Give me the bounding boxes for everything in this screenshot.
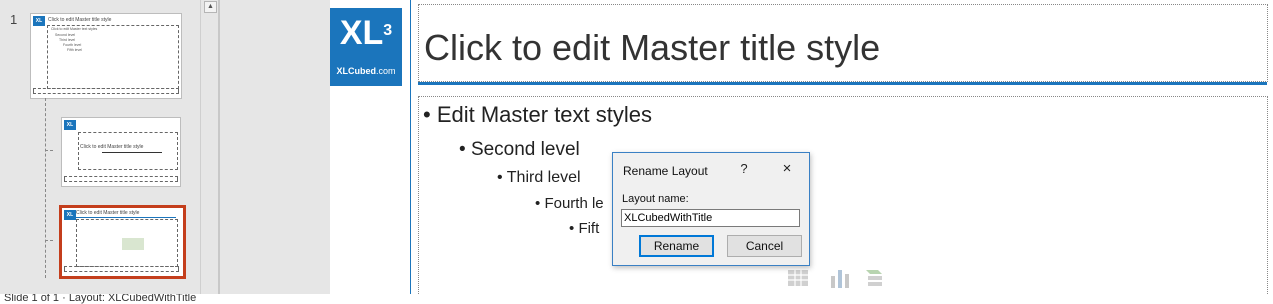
layout2-thumb-rule [76, 217, 176, 218]
text-level-4: • Fourth le [535, 195, 604, 212]
thumbnail-scrollbar[interactable]: ▲ [200, 0, 219, 294]
text-level-2: • Second level [459, 139, 580, 161]
bullet: • [497, 169, 503, 186]
bullet: • [569, 220, 575, 237]
slide-thumbnail-pane: 1 XL Click to edit Master title style Cl… [0, 0, 200, 294]
mini-logo-icon: XL [33, 16, 45, 26]
layout2-thumb-content-image [122, 238, 144, 250]
insert-smartart-icon[interactable] [862, 266, 886, 290]
logo-superscript: 3 [383, 22, 393, 39]
master-thumb-level4: Fourth level [63, 43, 82, 47]
text-level-3: • Third level [497, 169, 581, 187]
xlcubed-logo: XL3 XLCubed.com [330, 8, 402, 86]
logo-domain-suffix: .com [375, 66, 396, 76]
logo-domain: XLCubed.com [330, 66, 402, 76]
mini-logo-icon: XL [64, 210, 76, 220]
logo-wordmark: XL3 [330, 14, 402, 52]
insert-table-icon[interactable] [786, 266, 810, 290]
master-thumb-level5: Fifth level [67, 48, 82, 52]
placeholder-insert-icons [786, 266, 896, 294]
rename-button[interactable]: Rename [639, 235, 714, 257]
layout-thumbnail-title[interactable]: XL Click to edit Master title style [61, 117, 181, 187]
bullet: • [535, 195, 541, 212]
text-level-5: • Fift [569, 220, 599, 237]
layout2-thumb-footer [64, 266, 179, 272]
text-level-3-label: Third level [506, 169, 581, 186]
layout-thumbnail-selected[interactable]: XL Click to edit Master title style [59, 205, 186, 279]
slide-number: 1 [10, 12, 18, 27]
rename-layout-dialog: Rename Layout ? × Layout name: Rename Ca… [612, 152, 810, 266]
text-level-2-label: Second level [470, 139, 580, 160]
layout-name-label: Layout name: [622, 193, 689, 205]
cancel-button[interactable]: Cancel [727, 235, 802, 257]
scroll-up-arrow-icon[interactable]: ▲ [204, 1, 217, 13]
layout-tree-line [45, 98, 46, 278]
text-level-1: • Edit Master text styles [423, 102, 652, 128]
insert-chart-icon[interactable] [828, 266, 852, 290]
left-accent-rule [410, 0, 411, 294]
master-thumb-level3: Third level [59, 38, 76, 42]
dialog-title: Rename Layout [623, 164, 708, 178]
master-thumb-level2: Second level [55, 33, 76, 37]
bullet: • [459, 139, 466, 160]
layout1-thumb-rule [102, 152, 162, 153]
close-icon[interactable]: × [779, 160, 795, 178]
bullet: • [423, 102, 431, 127]
layout-name-input[interactable] [621, 209, 800, 227]
help-icon[interactable]: ? [737, 161, 751, 177]
status-bar-text: Slide 1 of 1 · Layout: XLCubedWithTitle [4, 294, 197, 304]
layout-tree-tick [45, 240, 53, 241]
status-bar: Slide 1 of 1 · Layout: XLCubedWithTitle [0, 294, 1273, 304]
layout2-thumb-title: Click to edit Master title style [76, 210, 140, 216]
mini-logo-icon: XL [64, 120, 76, 130]
master-slide-thumbnail[interactable]: XL Click to edit Master title style Clic… [30, 13, 182, 99]
layout1-thumb-footer [64, 176, 178, 182]
layout1-thumb-title-placeholder [78, 132, 178, 170]
master-thumb-level1: Click to edit Master text styles [51, 27, 98, 31]
title-underline-rule [418, 82, 1267, 85]
text-level-4-label: Fourth le [544, 195, 604, 212]
layout1-thumb-title: Click to edit Master title style [80, 144, 144, 150]
master-thumb-footer [33, 88, 179, 94]
master-thumb-title: Click to edit Master title style [48, 17, 112, 23]
text-level-5-label: Fift [578, 220, 600, 237]
logo-domain-bold: XLCubed [336, 66, 376, 76]
slide-title: Click to edit Master title style [424, 27, 881, 68]
title-placeholder[interactable]: Click to edit Master title style [418, 4, 1268, 82]
layout-tree-tick [45, 150, 53, 151]
text-level-1-label: Edit Master text styles [436, 102, 653, 127]
logo-main-text: XL [339, 14, 384, 52]
